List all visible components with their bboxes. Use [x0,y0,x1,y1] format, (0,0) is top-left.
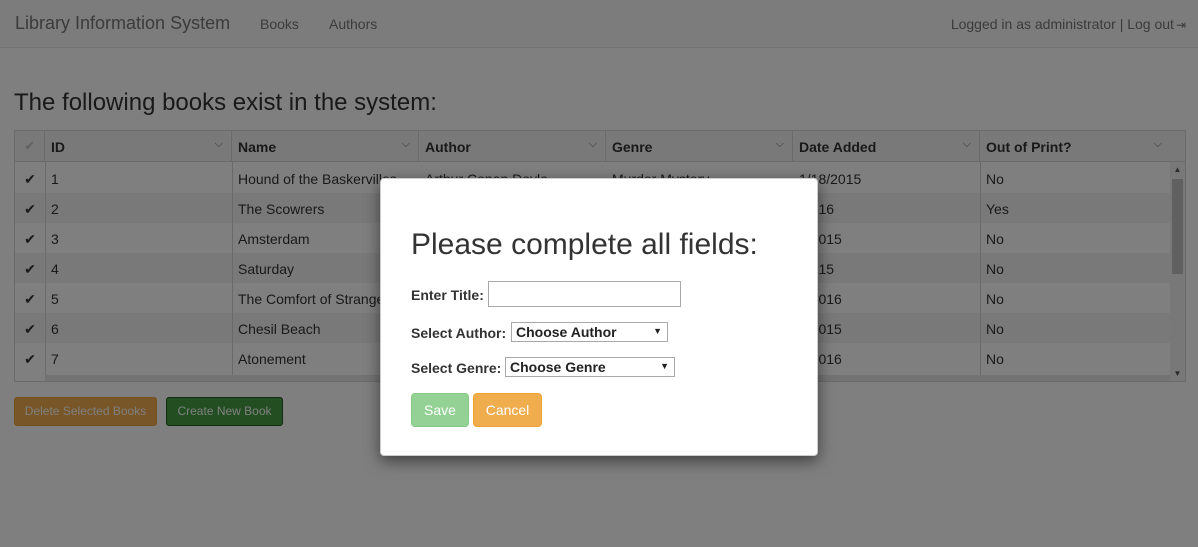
dropdown-arrow-icon: ▼ [660,361,669,371]
cancel-button[interactable]: Cancel [473,393,542,427]
author-select-value: Choose Author [516,324,617,340]
author-label: Select Author: [411,325,507,341]
dropdown-arrow-icon: ▼ [653,326,662,336]
title-input[interactable] [488,281,681,307]
genre-select[interactable]: Choose Genre ▼ [505,357,675,377]
genre-label: Select Genre: [411,360,502,376]
dialog-title: Please complete all fields: [411,228,758,261]
create-book-dialog: Please complete all fields: Enter Title:… [380,178,818,456]
author-select[interactable]: Choose Author ▼ [511,322,668,342]
save-button[interactable]: Save [411,393,469,427]
title-label: Enter Title: [411,287,484,303]
genre-select-value: Choose Genre [510,359,606,375]
